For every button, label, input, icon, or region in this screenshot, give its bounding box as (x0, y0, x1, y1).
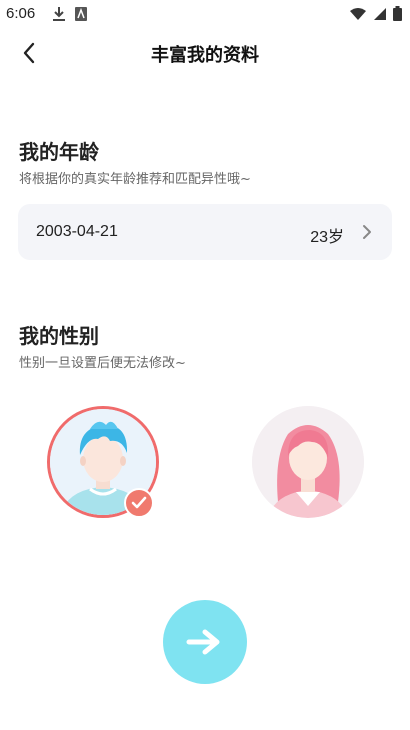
wifi-icon (349, 6, 367, 25)
gender-section-subtitle: 性别一旦设置后便无法修改~ (19, 356, 186, 371)
check-icon (131, 496, 147, 509)
birthday-selector[interactable]: 2003-04-21 23岁 (18, 204, 392, 260)
selected-check-badge (124, 488, 154, 518)
birthday-date: 2003-04-21 (36, 223, 118, 240)
status-bar: 6:06 (0, 0, 410, 28)
arrow-right-icon (186, 629, 220, 655)
age-value: 23岁 (310, 229, 344, 246)
gender-option-female[interactable] (252, 406, 364, 518)
page-title: 丰富我的资料 (151, 45, 259, 66)
gender-section-title: 我的性别 (19, 324, 99, 348)
status-icons-right (349, 6, 402, 25)
age-section-subtitle: 将根据你的真实年龄推荐和匹配异性哦~ (19, 172, 251, 187)
age-section-title: 我的年龄 (19, 140, 99, 164)
nav-bar: 丰富我的资料 (0, 28, 410, 76)
status-time: 6:06 (6, 5, 36, 22)
chevron-right-icon (363, 225, 371, 239)
download-icon (52, 6, 66, 26)
next-button[interactable] (163, 600, 247, 684)
signal-icon (373, 6, 387, 25)
status-icons-left (52, 6, 88, 26)
battery-icon (393, 6, 402, 25)
app-notification-icon (74, 6, 88, 26)
female-avatar-image (252, 406, 364, 518)
